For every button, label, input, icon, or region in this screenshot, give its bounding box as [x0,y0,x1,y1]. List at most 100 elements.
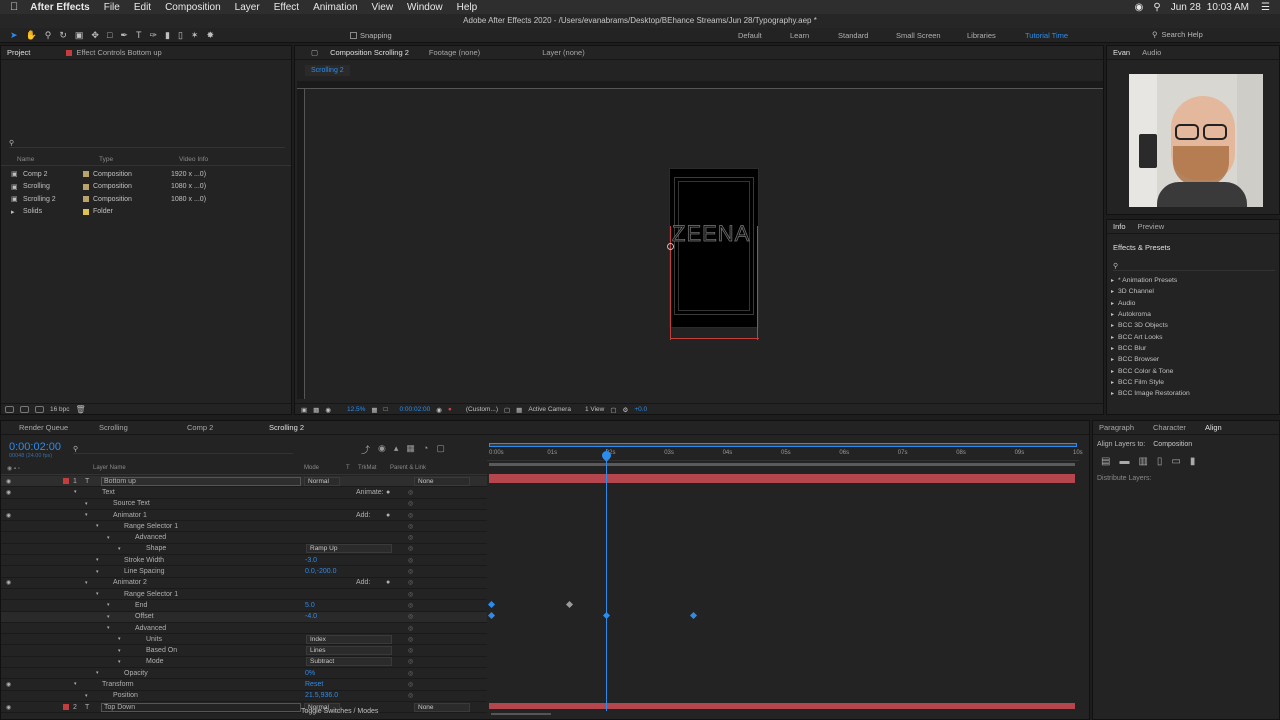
menu-file[interactable]: File [104,2,120,13]
workspace-learn[interactable]: Learn [790,31,838,40]
align-top-icon[interactable]: ▯ [1157,456,1163,467]
zoom-tool-icon[interactable]: ⚲ [45,30,52,41]
layer-name[interactable]: Top Down [101,702,301,712]
property-value[interactable]: 21.5,936.0 [305,692,338,699]
trash-icon[interactable]: 🗑 [76,405,86,414]
stopwatch-icon[interactable]: ◎ [408,568,413,575]
col-video-info[interactable]: Video Info [179,156,208,165]
parent-select[interactable]: None [414,702,470,712]
property-row[interactable]: ▾ Mode Subtract ◎ [1,657,487,669]
property-row[interactable]: ▾ Based On Lines ◎ [1,645,487,657]
roi-icon[interactable]: ▢ [504,406,510,414]
stopwatch-icon[interactable]: ◎ [408,500,413,507]
chevron-down-icon[interactable]: ▾ [85,512,88,518]
stopwatch-icon[interactable]: ◎ [408,534,413,541]
menu-window[interactable]: Window [407,2,443,13]
stamp-tool-icon[interactable]: ▮ [165,30,170,41]
property-value[interactable]: Reset [305,681,323,688]
apple-icon[interactable]:  [10,1,18,13]
chevron-down-icon[interactable]: ▾ [96,523,99,529]
preset-folder[interactable]: ▸ Autokroma [1111,309,1277,320]
property-value[interactable]: 0.0,-200.0 [305,568,337,575]
property-row[interactable]: ▾ Advanced ◎ [1,532,487,544]
property-row[interactable]: ◉ ▾ Text Animate: ● ◎ [1,487,487,499]
stopwatch-icon[interactable]: ◎ [408,625,413,632]
add-menu[interactable]: Animate: [356,489,384,496]
roto-tool-icon[interactable]: ✶ [191,30,199,41]
property-row[interactable]: ▾ Opacity 0% ◎ [1,668,487,680]
graph-editor-icon[interactable]: ▢ [436,443,445,456]
chevron-down-icon[interactable]: ▾ [74,489,77,495]
time-graph[interactable]: 0:00s01s02s03s04s05s06s07s08s09s10s [487,441,1083,711]
property-row[interactable]: ▾ Position 21.5,936.0 ◎ [1,691,487,702]
grid-icon[interactable]: ▦ [371,406,377,414]
parent-select[interactable]: None [414,476,470,486]
property-row[interactable]: ◉ ▾ Animator 1 Add: ● ◎ [1,510,487,522]
property-row[interactable]: ▾ Line Spacing 0.0,-200.0 ◎ [1,566,487,578]
stopwatch-icon[interactable]: ◎ [408,489,413,496]
chevron-down-icon[interactable]: ▾ [96,557,99,563]
chevron-down-icon[interactable]: ▾ [96,591,99,597]
project-item[interactable]: ▣ Comp 2 Composition 1920 x ...0) [1,168,291,181]
tab-render-queue[interactable]: Render Queue [1,423,83,432]
col-parent[interactable]: Parent & Link [390,465,426,474]
property-row[interactable]: ▾ Units Index ◎ [1,634,487,646]
property-select[interactable]: Subtract [306,657,392,667]
stopwatch-icon[interactable]: ◎ [408,658,413,665]
property-row[interactable]: ▾ End 5.0 ◎ [1,600,487,612]
preset-folder[interactable]: ▸ * Animation Presets [1111,275,1277,286]
tab-comp-2[interactable]: Comp 2 [159,423,237,432]
tab-preview[interactable]: Preview [1138,222,1165,231]
puppet-tool-icon[interactable]: ✸ [206,30,214,41]
align-right-icon[interactable]: ▥ [1138,456,1147,467]
col-t[interactable]: T [346,465,358,474]
comp-timecode[interactable]: 0:00:02:00 [400,406,431,413]
hand-tool-icon[interactable]: ✋ [26,30,37,41]
tab-footage[interactable]: Footage (none) [429,48,480,57]
property-select[interactable]: Lines [306,646,392,656]
menu-composition[interactable]: Composition [165,2,221,13]
av-switches-icon[interactable]: ◉ ▪ ▫ [7,465,93,474]
property-row[interactable]: ▾ Advanced ◎ [1,623,487,635]
time-ruler[interactable]: 0:00s01s02s03s04s05s06s07s08s09s10s [487,449,1083,461]
workspace-default[interactable]: Default [738,31,790,40]
shy-icon[interactable]: ▴ [394,443,399,456]
add-icon[interactable]: ● [386,579,390,586]
eye-icon[interactable]: ◉ [6,512,11,519]
align-to-select[interactable]: Composition [1153,441,1192,448]
chevron-down-icon[interactable]: ▾ [96,569,99,575]
comp-canvas[interactable]: ZEENA [667,168,759,340]
snapping-checkbox[interactable] [350,32,357,39]
preset-folder[interactable]: ▸ BCC 3D Objects [1111,320,1277,331]
channel-icon[interactable]: ● [448,406,452,413]
eye-icon[interactable]: ◉ [6,681,11,688]
tab-project[interactable]: Project [7,48,30,57]
tab-user[interactable]: Evan [1113,48,1130,57]
add-icon[interactable]: ● [386,512,390,519]
preset-folder[interactable]: ▸ BCC Color & Tone [1111,365,1277,376]
keyframe-offset-1[interactable] [487,611,496,620]
preset-folder[interactable]: ▸ Audio [1111,298,1277,309]
mask-icon[interactable]: ◉ [325,406,331,414]
preset-folder[interactable]: ▸ BCC Image Restoration [1111,388,1277,399]
chevron-down-icon[interactable]: ▾ [85,693,88,699]
tab-scrolling[interactable]: Scrolling [83,423,159,432]
interpret-footage-icon[interactable] [5,406,14,413]
label-swatch[interactable] [63,704,69,711]
tab-composition[interactable]: Composition Scrolling 2 [330,48,409,57]
type-tool-icon[interactable]: T [136,30,142,41]
align-bottom-icon[interactable]: ▮ [1190,456,1196,467]
toggle-switches-modes[interactable]: Toggle Switches / Modes [301,708,378,715]
selection-tool-icon[interactable]: ➤ [10,30,18,41]
label-swatch[interactable] [63,478,69,485]
keyframe-end-1[interactable] [487,600,496,609]
layer-bounding-box[interactable] [670,226,758,340]
menu-edit[interactable]: Edit [134,2,151,13]
project-item[interactable]: ▣ Scrolling 2 Composition 1080 x ...0) [1,193,291,206]
work-area-bar[interactable] [489,443,1077,447]
brush-tool-icon[interactable]: ✑ [149,30,157,41]
region-icon[interactable]: □ [384,406,388,413]
add-icon[interactable]: ● [386,489,390,496]
chevron-down-icon[interactable]: ▾ [118,546,121,552]
tab-paragraph[interactable]: Paragraph [1093,423,1153,432]
